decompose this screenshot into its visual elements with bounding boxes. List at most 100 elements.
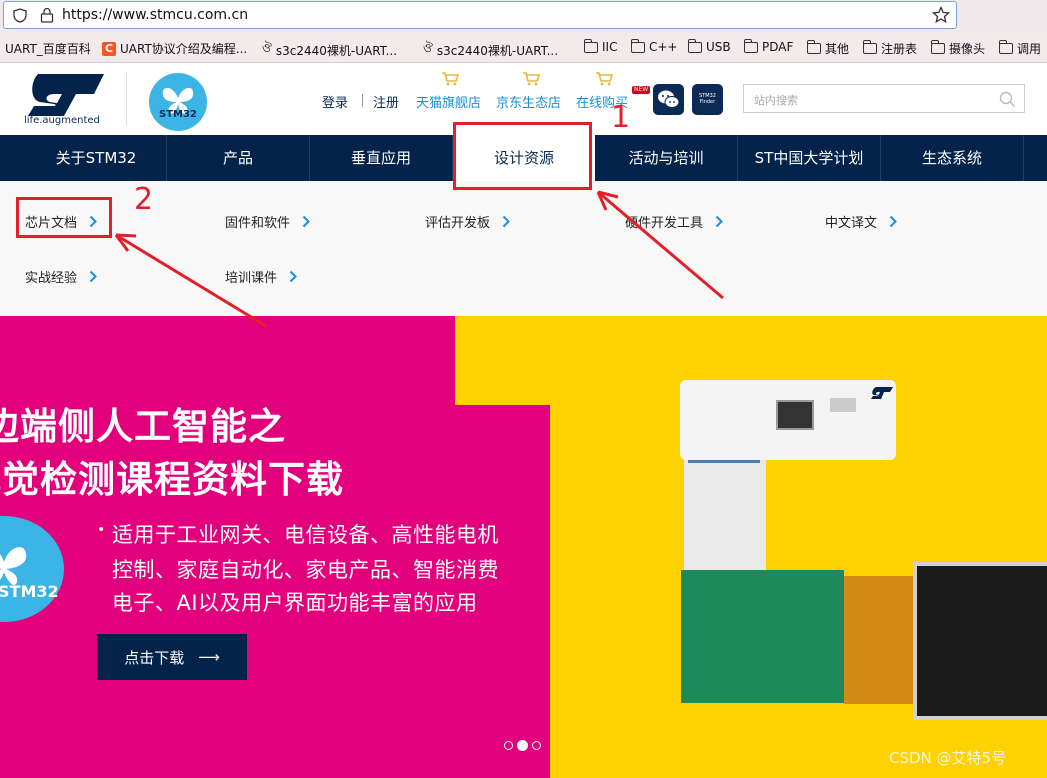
new-badge: NEW xyxy=(632,86,651,94)
site-icon: ঔ xyxy=(262,41,272,55)
site-icon: ঔ xyxy=(423,41,433,55)
bookmark-item[interactable]: ঔ s3c2440裸机-UART... xyxy=(262,40,397,60)
chevron-right-icon xyxy=(302,215,310,228)
bookmarks-bar: UART_百度百科 C UART协议介绍及编程... ঔ s3c2440裸机-UAR… xyxy=(0,33,1047,63)
divider xyxy=(126,72,127,126)
folder-icon xyxy=(688,38,702,53)
site-search-input[interactable]: 站内搜索 xyxy=(743,84,1025,113)
butterfly-icon xyxy=(0,547,27,585)
st-tagline: life.augmented xyxy=(24,115,100,126)
lcd-screen-image xyxy=(913,562,1047,720)
nav-item-products[interactable]: 产品 xyxy=(167,135,310,181)
hero-banner[interactable]: 边端侧人工智能之 视觉检测课程资料下载 • 适用于工业网关、电信设备、高性能电机… xyxy=(0,316,1047,778)
camera-module-image xyxy=(776,400,814,430)
nav-item-ecosystem[interactable]: 生态系统 xyxy=(881,135,1024,181)
banner-pink-block xyxy=(0,316,455,405)
banner-description: 控制、家庭自动化、家电产品、智能消费 xyxy=(112,558,499,582)
shield-icon[interactable] xyxy=(13,8,27,23)
nav-item-university-program[interactable]: ST中国大学计划 xyxy=(738,135,881,181)
folder-icon xyxy=(931,40,945,54)
search-placeholder: 站内搜索 xyxy=(754,94,798,107)
chevron-right-icon xyxy=(502,215,510,228)
folder-icon xyxy=(863,40,877,54)
url-field[interactable]: https://www.stmcu.com.cn xyxy=(3,1,957,29)
download-button-label: 点击下载 xyxy=(124,648,185,667)
bookmark-label: 摄像头 xyxy=(949,42,986,56)
bookmark-folder[interactable]: 其他 xyxy=(807,40,849,57)
dropdown-item-label: 评估开发板 xyxy=(425,216,491,231)
bookmark-item[interactable]: UART_百度百科 xyxy=(5,40,91,57)
bookmark-label: UART_百度百科 xyxy=(5,42,91,56)
browser-address-bar: https://www.stmcu.com.cn xyxy=(0,0,1047,33)
annotation-number-2: 2 xyxy=(134,182,154,217)
dropdown-item-firmware-software[interactable]: 固件和软件 xyxy=(225,212,310,231)
bookmark-label: USB xyxy=(706,40,731,54)
jd-store-link[interactable]: 京东生态店 xyxy=(496,92,561,111)
stm32-badge-text: STM32 xyxy=(159,109,197,120)
stm32-circle-text: STM32 xyxy=(0,582,59,601)
dropdown-item-label: 硬件开发工具 xyxy=(625,216,704,231)
dropdown-item-chinese-translations[interactable]: 中文译文 xyxy=(825,212,897,231)
ribbon-cable-image xyxy=(684,449,766,573)
dropdown-item-hardware-tools[interactable]: 硬件开发工具 xyxy=(625,212,723,231)
nav-item-about-stm32[interactable]: 关于STM32 xyxy=(26,135,167,181)
bookmark-folder[interactable]: 摄像头 xyxy=(931,40,985,57)
download-button[interactable]: 点击下载 ⟶ xyxy=(97,634,247,680)
login-link[interactable]: 登录 xyxy=(322,92,348,111)
design-resources-dropdown: 芯片文档 固件和软件 评估开发板 硬件开发工具 中文译文 实战经验 培训课件 xyxy=(0,181,1047,316)
url-text[interactable]: https://www.stmcu.com.cn xyxy=(62,7,248,23)
annotation-box-2 xyxy=(16,197,112,238)
cart-icon xyxy=(442,72,459,86)
star-icon[interactable] xyxy=(932,6,950,24)
bookmark-label: C++ xyxy=(649,40,678,54)
chip-image xyxy=(830,398,856,412)
chevron-right-icon xyxy=(89,270,97,283)
stm32-logo-circle: STM32 xyxy=(0,516,64,622)
camera-board-image xyxy=(680,380,896,460)
folder-icon xyxy=(584,38,598,53)
dropdown-item-label: 中文译文 xyxy=(825,216,878,231)
search-icon[interactable] xyxy=(999,91,1016,108)
tmall-store-link[interactable]: 天猫旗舰店 xyxy=(416,92,481,111)
dropdown-item-eval-boards[interactable]: 评估开发板 xyxy=(425,212,510,231)
banner-description: 适用于工业网关、电信设备、高性能电机 xyxy=(112,523,499,547)
register-link[interactable]: 注册 xyxy=(373,92,399,111)
carousel-dot-active[interactable] xyxy=(517,740,528,751)
folder-icon xyxy=(631,38,645,53)
carousel-dot[interactable] xyxy=(504,741,513,750)
csdn-icon: C xyxy=(102,41,116,56)
stm32-badge[interactable]: STM32 xyxy=(149,73,207,131)
bookmark-label: PDAF xyxy=(762,40,794,54)
bookmark-label: 注册表 xyxy=(881,42,918,56)
cart-icon xyxy=(523,72,540,86)
bookmark-folder[interactable]: C++ xyxy=(631,38,678,54)
carousel-dots xyxy=(504,740,541,751)
dropdown-item-training-materials[interactable]: 培训课件 xyxy=(225,267,297,286)
divider xyxy=(362,94,363,107)
banner-headline: 视觉检测课程资料下载 xyxy=(0,458,344,501)
cart-icon xyxy=(596,72,613,86)
dropdown-item-label: 培训课件 xyxy=(225,271,278,286)
carousel-dot[interactable] xyxy=(532,741,541,750)
banner-description: 电子、AI以及用户界面功能丰富的应用 xyxy=(112,591,478,615)
dropdown-item-practical-experience[interactable]: 实战经验 xyxy=(25,267,97,286)
bookmark-folder[interactable]: 调用 xyxy=(999,40,1041,57)
annotation-box-1 xyxy=(453,122,592,190)
stm32-finder-button[interactable]: STM32 Finder xyxy=(692,84,723,115)
bookmark-folder[interactable]: PDAF xyxy=(744,38,794,54)
bookmark-item[interactable]: ঔ s3c2440裸机-UART... xyxy=(423,40,558,60)
flex-cable-image xyxy=(844,576,924,704)
wechat-icon xyxy=(658,90,680,108)
wechat-button[interactable] xyxy=(653,84,684,115)
bookmark-item[interactable]: C UART协议介绍及编程... xyxy=(102,40,247,57)
annotation-number-1: 1 xyxy=(611,100,631,135)
lock-icon[interactable] xyxy=(40,7,54,23)
csdn-watermark: CSDN @艾特5号 xyxy=(889,749,1007,767)
nav-item-vertical-apps[interactable]: 垂直应用 xyxy=(310,135,453,181)
bullet: • xyxy=(97,522,106,538)
bookmark-label: s3c2440裸机-UART... xyxy=(275,43,398,58)
bookmark-folder[interactable]: IIC xyxy=(584,38,617,54)
bookmark-folder[interactable]: 注册表 xyxy=(863,40,917,57)
nav-item-events-training[interactable]: 活动与培训 xyxy=(595,135,738,181)
bookmark-folder[interactable]: USB xyxy=(688,38,731,54)
